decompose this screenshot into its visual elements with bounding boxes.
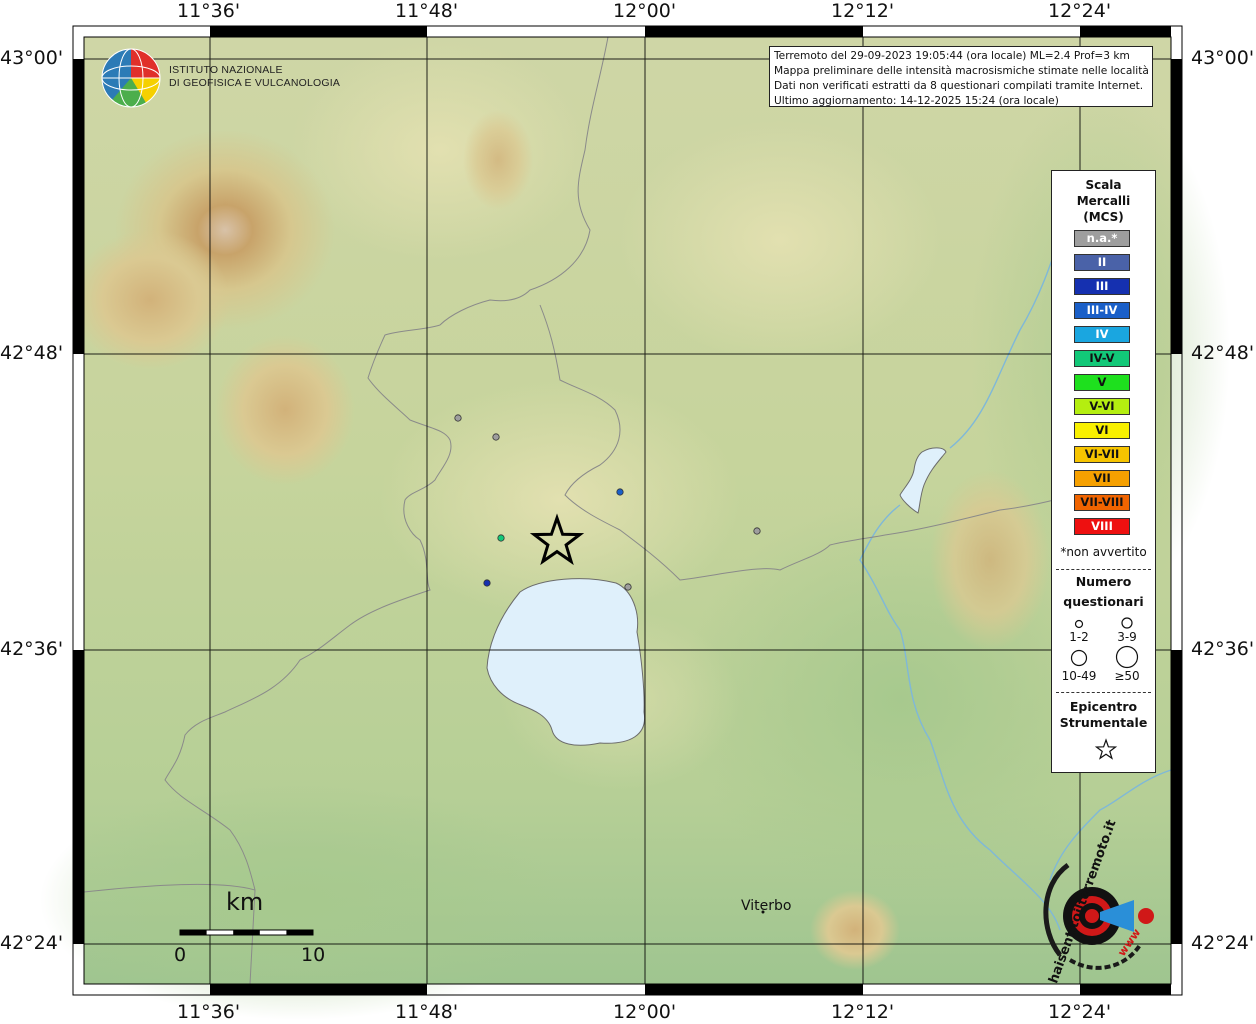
intensity-point[interactable] [616,488,624,496]
lon-label-bottom: 12°12' [831,1001,895,1023]
lon-label-bottom: 12°24' [1048,1001,1112,1023]
lon-label-bottom: 11°48' [395,1001,459,1023]
mcs-legend: Scala Mercalli (MCS) n.a.* II III III-IV IV I… [1051,170,1156,773]
lon-label-top: 11°36' [177,0,241,22]
scale-bar [179,929,314,936]
epicenter-title-line: Epicentro [1069,699,1138,714]
event-info-line: Terremoto del 29-09-2023 19:05:44 (ora l… [774,50,1130,62]
lat-label-left: 42°36' [0,638,64,660]
legend-swatch-vii: VII [1074,470,1130,487]
count-label: ≥50 [1114,669,1140,683]
legend-swatch-iv-v: IV-V [1074,350,1130,367]
scale-unit: km [226,888,264,916]
event-info-box: Terremoto del 29-09-2023 19:05:44 (ora l… [769,46,1153,107]
legend-swatch-n-a: n.a.* [1074,230,1130,247]
count-title-line: questionari [1063,594,1144,609]
count-legend-title: Numero questionari [1052,572,1155,611]
institute-line1: ISTITUTO NAZIONALE [169,64,283,76]
legend-swatch-vi-vii: VI-VII [1074,446,1130,463]
legend-swatch-v-vi: V-VI [1074,398,1130,415]
lat-label-left: 42°24' [0,932,64,954]
lon-label-top: 12°24' [1048,0,1112,22]
legend-swatch-ii: II [1074,254,1130,271]
city-label-viterbo[interactable]: Viterbo [741,898,791,914]
legend-title: Scala Mercalli (MCS) [1052,177,1155,225]
legend-swatch-iv: IV [1074,326,1130,343]
lat-label-right: 42°36' [1191,638,1255,660]
lon-label-top: 12°00' [613,0,677,22]
event-info-line: Mappa preliminare delle intensità macros… [774,65,1148,77]
event-info-line: Ultimo aggiornamento: 14-12-2025 15:24 (… [774,95,1059,107]
intensity-point[interactable] [454,414,462,422]
institute-name: ISTITUTO NAZIONALE DI GEOFISICA E VULCAN… [169,64,340,90]
scale-max-label: 10 [301,944,326,966]
count-label: 1-2 [1069,630,1089,644]
count-symbol-50 [1115,645,1139,669]
count-symbol-10-49 [1070,649,1088,667]
scale-min-label: 0 [174,944,187,966]
institute-line2: DI GEOFISICA E VULCANOLOGIA [169,77,341,89]
intensity-point[interactable] [492,433,500,441]
count-title-line: Numero [1075,574,1132,589]
count-symbols [1070,617,1139,669]
epicenter-legend-star-icon [1094,738,1118,760]
lat-label-left: 43°00' [0,47,64,69]
legend-title-line: (MCS) [1083,210,1124,224]
intensity-point[interactable] [753,527,761,535]
epicenter-title-line: Strumentale [1059,715,1148,730]
count-label: 10-49 [1061,669,1097,683]
lon-label-bottom: 11°36' [177,1001,241,1023]
legend-title-line: Scala [1085,178,1122,192]
intensity-point[interactable] [624,583,632,591]
legend-swatch-vi: VI [1074,422,1130,439]
legend-swatch-iii-iv: III-IV [1074,302,1130,319]
lat-label-left: 42°48' [0,342,64,364]
count-label: 3-9 [1117,630,1137,644]
legend-divider [1056,569,1151,570]
count-symbol-3-9 [1121,617,1133,629]
intensity-point[interactable] [483,579,491,587]
lon-label-top: 11°48' [395,0,459,22]
event-info-line: Dati non verificati estratti da 8 questi… [774,80,1144,92]
lat-label-right: 42°24' [1191,932,1255,954]
lon-label-bottom: 12°00' [613,1001,677,1023]
ingv-logo-icon [101,48,161,108]
lat-label-right: 43°00' [1191,47,1255,69]
epicenter-legend-title: Epicentro Strumentale [1052,699,1155,731]
legend-title-line: Mercalli [1076,194,1131,208]
legend-swatch-vii-viii: VII-VIII [1074,494,1130,511]
not-felt-note: *non avvertito [1060,545,1147,559]
count-symbol-1-2 [1074,619,1084,629]
intensity-point[interactable] [497,534,505,542]
legend-divider [1056,692,1151,693]
lat-label-right: 42°48' [1191,342,1255,364]
lon-label-top: 12°12' [831,0,895,22]
legend-swatch-v: V [1074,374,1130,391]
legend-swatch-viii: VIII [1074,518,1130,535]
legend-swatch-iii: III [1074,278,1130,295]
